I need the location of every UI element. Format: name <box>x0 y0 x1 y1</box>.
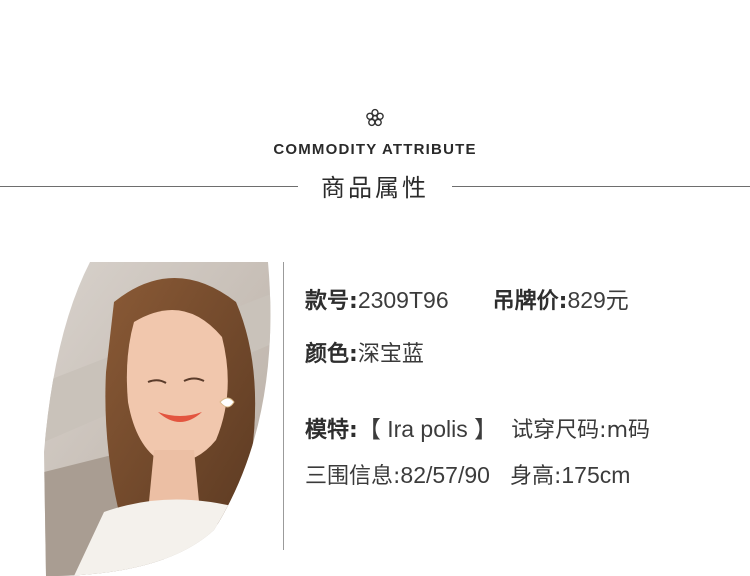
attr-row-measure-height: 三围信息:82/57/90 身高:175cm <box>305 458 630 490</box>
model-photo <box>44 262 271 576</box>
measure-label: 三围信息: <box>305 464 401 489</box>
section-title-cn: 商品属性 <box>321 174 429 202</box>
measure-value: 82/57/90 <box>400 462 490 488</box>
price-value: 829元 <box>567 287 629 313</box>
color-value: 深宝蓝 <box>357 342 424 367</box>
size-value: m码 <box>606 418 650 443</box>
model-label: 模特: <box>305 418 358 443</box>
style-no-value: 2309T96 <box>357 287 449 313</box>
flower-icon <box>366 108 384 127</box>
title-rule-left <box>0 186 298 187</box>
attr-row-style-price: 款号:2309T96 吊牌价:829元 <box>305 281 629 315</box>
size-label: 试穿尺码: <box>511 418 607 443</box>
color-label: 颜色: <box>305 342 358 367</box>
section-title-en: COMMODITY ATTRIBUTE <box>273 141 477 158</box>
height-value: 175cm <box>561 462 631 488</box>
style-no-label: 款号: <box>305 289 358 314</box>
attr-row-color: 颜色:深宝蓝 <box>305 336 424 368</box>
height-label: 身高: <box>509 464 562 489</box>
price-label: 吊牌价: <box>492 289 568 314</box>
attr-row-model-size: 模特:【 Ira polis 】试穿尺码:m码 <box>305 410 650 444</box>
title-rule-right <box>452 186 750 187</box>
model-value: 【 Ira polis 】 <box>357 416 498 442</box>
vertical-divider <box>283 262 284 550</box>
